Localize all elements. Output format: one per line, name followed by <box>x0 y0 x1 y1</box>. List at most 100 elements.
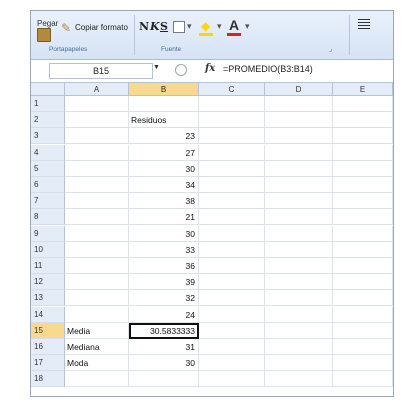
cell-c3[interactable] <box>199 128 265 145</box>
paste-icon[interactable] <box>37 28 51 42</box>
align-left-icon[interactable] <box>358 19 370 29</box>
italic-button[interactable]: K <box>150 20 160 33</box>
column-header-a[interactable]: A <box>65 83 129 96</box>
cell-d16[interactable] <box>265 339 333 355</box>
cell-e4[interactable] <box>333 144 393 161</box>
underline-button[interactable]: S <box>160 20 168 33</box>
fill-dropdown-icon[interactable]: ▾ <box>217 21 222 32</box>
cell-c12[interactable] <box>199 274 265 291</box>
row-header[interactable]: 12 <box>31 274 65 291</box>
row-header[interactable]: 18 <box>31 371 65 388</box>
cell-e11[interactable] <box>333 258 393 274</box>
cell-c14[interactable] <box>199 306 265 323</box>
cell-b16[interactable]: 31 <box>129 339 199 355</box>
cell-d7[interactable] <box>265 193 333 210</box>
cell-d17[interactable] <box>265 355 333 372</box>
cell-c18[interactable] <box>199 371 265 388</box>
cell-c5[interactable] <box>199 160 265 177</box>
cell-b10[interactable]: 33 <box>129 241 199 258</box>
cell-c16[interactable] <box>199 339 265 355</box>
cell-d1[interactable] <box>265 96 333 112</box>
cell-b15[interactable]: 30.5833333 <box>129 322 199 339</box>
cell-e3[interactable] <box>333 128 393 145</box>
cell-a8[interactable] <box>65 209 129 226</box>
cell-e9[interactable] <box>333 225 393 242</box>
cell-b11[interactable]: 36 <box>129 258 199 274</box>
column-header-d[interactable]: D <box>265 83 333 96</box>
row-header[interactable]: 9 <box>31 225 65 242</box>
font-color-icon[interactable]: A <box>229 17 239 33</box>
cell-d8[interactable] <box>265 209 333 226</box>
cell-a9[interactable] <box>65 225 129 242</box>
cell-d12[interactable] <box>265 274 333 291</box>
cell-a16[interactable]: Mediana <box>65 339 129 355</box>
cell-b12[interactable]: 39 <box>129 274 199 291</box>
row-header[interactable]: 2 <box>31 112 65 129</box>
row-header[interactable]: 14 <box>31 306 65 323</box>
row-header[interactable]: 5 <box>31 160 65 177</box>
cell-a15[interactable]: Media <box>65 322 129 339</box>
borders-icon[interactable] <box>173 21 185 33</box>
cell-a17[interactable]: Moda <box>65 355 129 372</box>
row-header[interactable]: 6 <box>31 177 65 193</box>
cell-c17[interactable] <box>199 355 265 372</box>
borders-dropdown-icon[interactable]: ▾ <box>187 21 192 32</box>
cell-a13[interactable] <box>65 290 129 307</box>
cell-d5[interactable] <box>265 160 333 177</box>
cell-e1[interactable] <box>333 96 393 112</box>
cell-e7[interactable] <box>333 193 393 210</box>
row-header[interactable]: 17 <box>31 355 65 372</box>
column-header-c[interactable]: C <box>199 83 265 96</box>
cell-e12[interactable] <box>333 274 393 291</box>
cell-c10[interactable] <box>199 241 265 258</box>
cell-e10[interactable] <box>333 241 393 258</box>
cell-a14[interactable] <box>65 306 129 323</box>
cell-d15[interactable] <box>265 322 333 339</box>
row-header[interactable]: 13 <box>31 290 65 307</box>
formula-input[interactable]: =PROMEDIO(B3:B14) <box>223 64 313 74</box>
row-header[interactable]: 10 <box>31 241 65 258</box>
cell-e16[interactable] <box>333 339 393 355</box>
cell-e15[interactable] <box>333 322 393 339</box>
cell-b7[interactable]: 38 <box>129 193 199 210</box>
cell-e6[interactable] <box>333 177 393 193</box>
row-header[interactable]: 7 <box>31 193 65 210</box>
cell-a12[interactable] <box>65 274 129 291</box>
cell-b2[interactable]: Residuos <box>129 112 199 129</box>
name-box-dropdown-icon[interactable]: ▼ <box>153 64 160 71</box>
column-header-e[interactable]: E <box>333 83 393 96</box>
cell-c2[interactable] <box>199 112 265 129</box>
cell-c4[interactable] <box>199 144 265 161</box>
cell-c13[interactable] <box>199 290 265 307</box>
cell-a4[interactable] <box>65 144 129 161</box>
cell-c6[interactable] <box>199 177 265 193</box>
column-header-b[interactable]: B <box>129 83 199 96</box>
cell-b17[interactable]: 30 <box>129 355 199 372</box>
row-header[interactable]: 11 <box>31 258 65 274</box>
cell-d10[interactable] <box>265 241 333 258</box>
cell-d11[interactable] <box>265 258 333 274</box>
cell-d2[interactable] <box>265 112 333 129</box>
cell-c7[interactable] <box>199 193 265 210</box>
cell-e14[interactable] <box>333 306 393 323</box>
cell-b1[interactable] <box>129 96 199 112</box>
cell-c15[interactable] <box>199 322 265 339</box>
select-all-corner[interactable] <box>31 83 65 96</box>
insert-function-button[interactable]: fx <box>205 63 215 74</box>
row-header[interactable]: 1 <box>31 96 65 112</box>
cell-a3[interactable] <box>65 128 129 145</box>
cell-a10[interactable] <box>65 241 129 258</box>
cell-e13[interactable] <box>333 290 393 307</box>
cell-a7[interactable] <box>65 193 129 210</box>
cell-d14[interactable] <box>265 306 333 323</box>
cell-a18[interactable] <box>65 371 129 388</box>
cell-a1[interactable] <box>65 96 129 112</box>
cell-e5[interactable] <box>333 160 393 177</box>
cell-d9[interactable] <box>265 225 333 242</box>
cell-b3[interactable]: 23 <box>129 128 199 145</box>
cell-a6[interactable] <box>65 177 129 193</box>
cell-b8[interactable]: 21 <box>129 209 199 226</box>
cell-e8[interactable] <box>333 209 393 226</box>
cell-b4[interactable]: 27 <box>129 144 199 161</box>
cell-a5[interactable] <box>65 160 129 177</box>
